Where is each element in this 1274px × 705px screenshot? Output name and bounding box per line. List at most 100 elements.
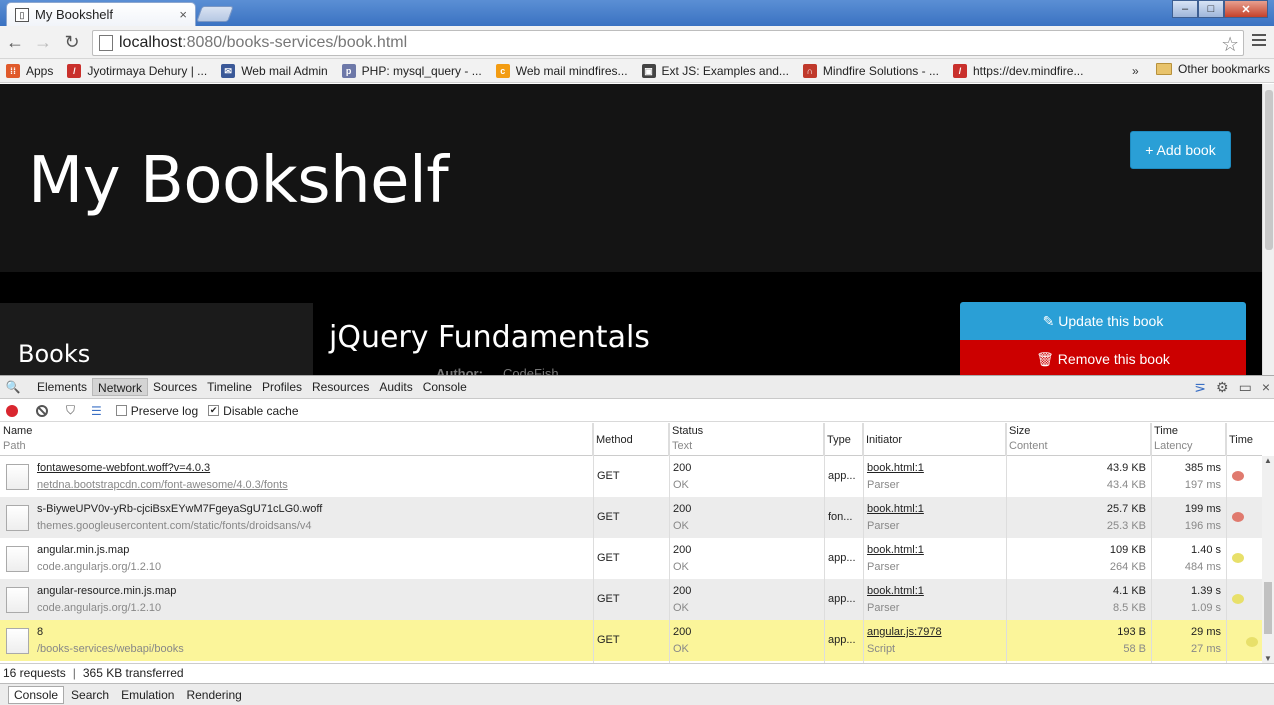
request-time: 29 ms: [1191, 626, 1221, 638]
address-bar[interactable]: localhost :8080/books-services/book.html…: [92, 30, 1244, 56]
preserve-log-checkbox[interactable]: Preserve log: [115, 404, 198, 418]
record-icon[interactable]: [6, 404, 18, 417]
column-size[interactable]: Size Content: [1006, 423, 1151, 456]
reload-button[interactable]: ↻: [62, 32, 82, 52]
bookmark-item[interactable]: c Web mail mindfires...: [495, 63, 628, 78]
column-size-label: Size: [1009, 425, 1031, 437]
request-initiator-link[interactable]: book.html:1: [867, 462, 924, 474]
request-latency: 197 ms: [1184, 479, 1221, 491]
request-initiator-link[interactable]: book.html:1: [867, 503, 924, 515]
tab-timeline[interactable]: Timeline: [202, 378, 257, 396]
table-row[interactable]: fontawesome-webfont.woff?v=4.0.3 netdna.…: [0, 456, 1262, 497]
remove-book-button[interactable]: 🗑 Remove this book: [960, 340, 1246, 375]
column-method[interactable]: Method: [593, 423, 669, 456]
bookmarks-bar: ⁞⁞ Apps / Jyotirmaya Dehury | ... ✉ Web mai…: [0, 59, 1274, 83]
column-status[interactable]: Status Text: [669, 423, 824, 456]
request-name[interactable]: angular.min.js.map: [37, 544, 129, 556]
request-size: 43.9 KB: [1106, 462, 1146, 474]
network-scrollbar[interactable]: ▲ ▼: [1262, 456, 1274, 663]
add-book-button[interactable]: + Add book: [1130, 131, 1231, 169]
bookmark-apps[interactable]: ⁞⁞ Apps: [6, 63, 53, 78]
more-bookmarks-chevron-icon[interactable]: »: [1132, 64, 1139, 78]
tab-console[interactable]: Console: [418, 378, 472, 396]
browser-tab[interactable]: ▯ My Bookshelf ×: [6, 2, 196, 26]
request-name[interactable]: 8: [37, 626, 43, 638]
request-initiator-link[interactable]: book.html:1: [867, 585, 924, 597]
bookmark-item[interactable]: / https://dev.mindfire...: [952, 63, 1083, 78]
large-rows-icon[interactable]: ☰: [91, 404, 102, 418]
close-devtools-icon[interactable]: ×: [1262, 379, 1270, 396]
new-tab-button[interactable]: [196, 6, 234, 22]
column-divider: [824, 423, 825, 663]
column-timeline[interactable]: Time: [1226, 423, 1262, 456]
request-method: GET: [597, 634, 620, 646]
column-type[interactable]: Type: [824, 423, 863, 456]
request-initiator-link[interactable]: book.html:1: [867, 544, 924, 556]
tab-elements[interactable]: Elements: [32, 378, 92, 396]
table-row[interactable]: angular.min.js.map code.angularjs.org/1.…: [0, 538, 1262, 579]
network-summary: 16 requests | 365 KB transferred: [0, 663, 1274, 682]
column-initiator[interactable]: Initiator: [863, 423, 1006, 456]
request-latency: 196 ms: [1184, 520, 1221, 532]
bookmark-item[interactable]: ✉ Web mail Admin: [221, 63, 328, 78]
request-content-size: 25.3 KB: [1106, 520, 1146, 532]
column-name[interactable]: Name Path: [0, 423, 593, 456]
checkbox-box[interactable]: [115, 405, 127, 416]
settings-gear-icon[interactable]: ⚙: [1216, 379, 1229, 396]
minimize-button[interactable]: –: [1172, 0, 1198, 18]
bookmark-item[interactable]: p PHP: mysql_query - ...: [341, 63, 482, 78]
request-status-text: OK: [673, 561, 689, 573]
request-name[interactable]: angular-resource.min.js.map: [37, 585, 176, 597]
dock-icon[interactable]: ▭: [1239, 379, 1252, 396]
book-title: jQuery Fundamentals: [329, 320, 650, 355]
tab-close-button[interactable]: ×: [179, 7, 187, 22]
request-latency: 484 ms: [1184, 561, 1221, 573]
column-time-label: Time: [1154, 425, 1179, 437]
tab-resources[interactable]: Resources: [307, 378, 374, 396]
request-initiator-link[interactable]: angular.js:7978: [867, 626, 942, 638]
update-book-button[interactable]: ✎ Update this book: [960, 302, 1246, 340]
maximize-button[interactable]: □: [1198, 0, 1224, 18]
filter-icon[interactable]: ⛉: [66, 403, 75, 418]
scrollbar-thumb[interactable]: [1265, 90, 1273, 250]
request-name[interactable]: fontawesome-webfont.woff?v=4.0.3: [37, 462, 210, 474]
bookmark-item[interactable]: ▣ Ext JS: Examples and...: [641, 63, 789, 78]
checkbox-box-checked[interactable]: ✔: [208, 405, 220, 416]
drawer-tab-console[interactable]: Console: [8, 685, 65, 704]
tab-network[interactable]: Network: [92, 378, 149, 396]
page-scrollbar[interactable]: [1262, 84, 1274, 375]
bookmark-item[interactable]: ∩ Mindfire Solutions - ...: [802, 63, 939, 78]
scroll-up-icon[interactable]: ▲: [1264, 456, 1272, 465]
table-row[interactable]: s-BiyweUPV0v-yRb-cjciBsxEYwM7FgeyaSgU71c…: [0, 497, 1262, 538]
bookmark-item[interactable]: / Jyotirmaya Dehury | ...: [67, 63, 207, 78]
request-name[interactable]: s-BiyweUPV0v-yRb-cjciBsxEYwM7FgeyaSgU71c…: [37, 503, 322, 515]
request-time: 1.39 s: [1191, 585, 1221, 597]
tab-sources[interactable]: Sources: [148, 378, 202, 396]
forward-button[interactable]: →: [33, 32, 53, 52]
show-drawer-icon[interactable]: ⋝: [1194, 379, 1206, 396]
clear-icon[interactable]: [36, 404, 48, 417]
network-grid-header: Name Path Method Status Text Type Initiato…: [0, 423, 1262, 456]
page-title: My Bookshelf: [28, 144, 449, 218]
scrollbar-thumb[interactable]: [1264, 582, 1272, 634]
drawer-tab-search[interactable]: Search: [66, 687, 114, 703]
request-status-text: OK: [673, 520, 689, 532]
inspect-search-icon[interactable]: 🔍: [4, 380, 22, 394]
back-button[interactable]: ←: [5, 32, 25, 52]
request-size: 193 B: [1117, 626, 1146, 638]
tab-audits[interactable]: Audits: [374, 378, 417, 396]
other-bookmarks[interactable]: Other bookmarks: [1156, 62, 1270, 76]
chrome-menu-icon[interactable]: [1252, 34, 1266, 49]
request-size: 4.1 KB: [1112, 585, 1146, 597]
scroll-down-icon[interactable]: ▼: [1264, 654, 1272, 663]
summary-separator: |: [72, 666, 76, 680]
table-row[interactable]: angular-resource.min.js.map code.angular…: [0, 579, 1262, 620]
tab-profiles[interactable]: Profiles: [257, 378, 307, 396]
close-window-button[interactable]: ✕: [1224, 0, 1268, 18]
bookmark-star-icon[interactable]: ☆: [1221, 32, 1239, 57]
table-row-selected[interactable]: 8 /books-services/webapi/books GET 200 O…: [0, 620, 1262, 661]
drawer-tab-emulation[interactable]: Emulation: [116, 687, 179, 703]
drawer-tab-rendering[interactable]: Rendering: [181, 687, 246, 703]
disable-cache-checkbox[interactable]: ✔ Disable cache: [208, 404, 299, 418]
column-time[interactable]: Time Latency: [1151, 423, 1226, 456]
